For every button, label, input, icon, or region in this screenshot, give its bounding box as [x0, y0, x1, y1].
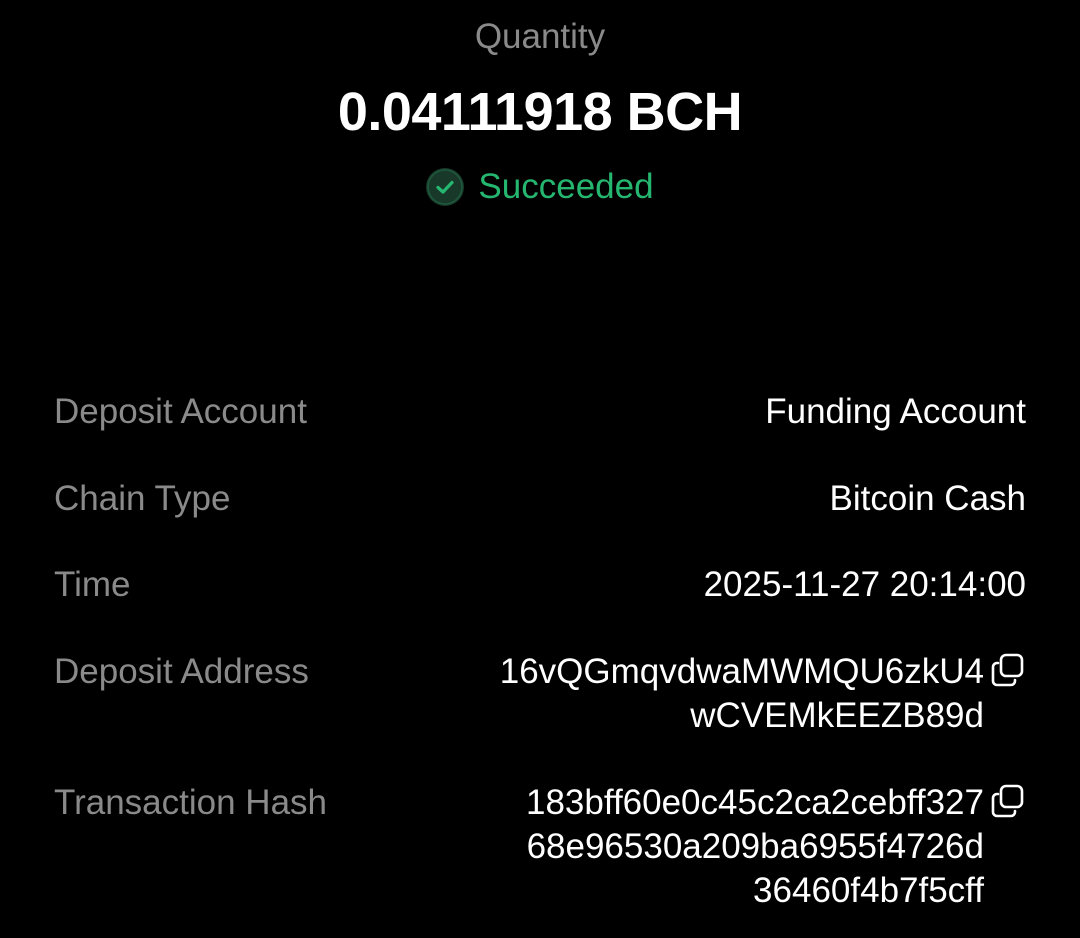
- quantity-value: 0.04111918 BCH: [337, 82, 743, 142]
- quantity-label: Quantity: [474, 17, 606, 56]
- time-value: 2025-11-27 20:14:00: [703, 565, 1026, 604]
- deposit-account-label: Deposit Account: [54, 392, 307, 431]
- transaction-hash-text[interactable]: 183bff60e0c45c2ca2cebff327 68e96530a209b…: [526, 781, 984, 913]
- transaction-hash-line: 36460f4b7f5cff: [753, 871, 984, 910]
- chain-type-value: Bitcoin Cash: [829, 479, 1026, 518]
- copy-icon[interactable]: [990, 652, 1026, 688]
- transaction-hash-value: 183bff60e0c45c2ca2cebff327 68e96530a209b…: [526, 781, 1026, 913]
- deposit-address-value: 16vQGmqvdwaMWMQU6zkU4 wCVEMkEEZB89d: [500, 650, 1026, 738]
- status-text: Succeeded: [478, 167, 654, 206]
- deposit-address-line: 16vQGmqvdwaMWMQU6zkU4: [499, 652, 984, 691]
- deposit-address-label: Deposit Address: [54, 652, 309, 691]
- copy-icon[interactable]: [990, 783, 1026, 819]
- transaction-hash-line: 68e96530a209ba6955f4726d: [526, 827, 984, 866]
- chain-type-label: Chain Type: [54, 479, 231, 518]
- deposit-address-text[interactable]: 16vQGmqvdwaMWMQU6zkU4 wCVEMkEEZB89d: [500, 650, 984, 738]
- deposit-address-line: wCVEMkEEZB89d: [690, 696, 984, 735]
- transaction-hash-label: Transaction Hash: [54, 783, 327, 822]
- time-label: Time: [54, 565, 131, 604]
- transaction-hash-line: 183bff60e0c45c2ca2cebff327: [525, 783, 984, 822]
- deposit-account-value: Funding Account: [765, 392, 1026, 431]
- check-circle-icon: [426, 168, 465, 206]
- status-badge: Succeeded: [0, 164, 1080, 210]
